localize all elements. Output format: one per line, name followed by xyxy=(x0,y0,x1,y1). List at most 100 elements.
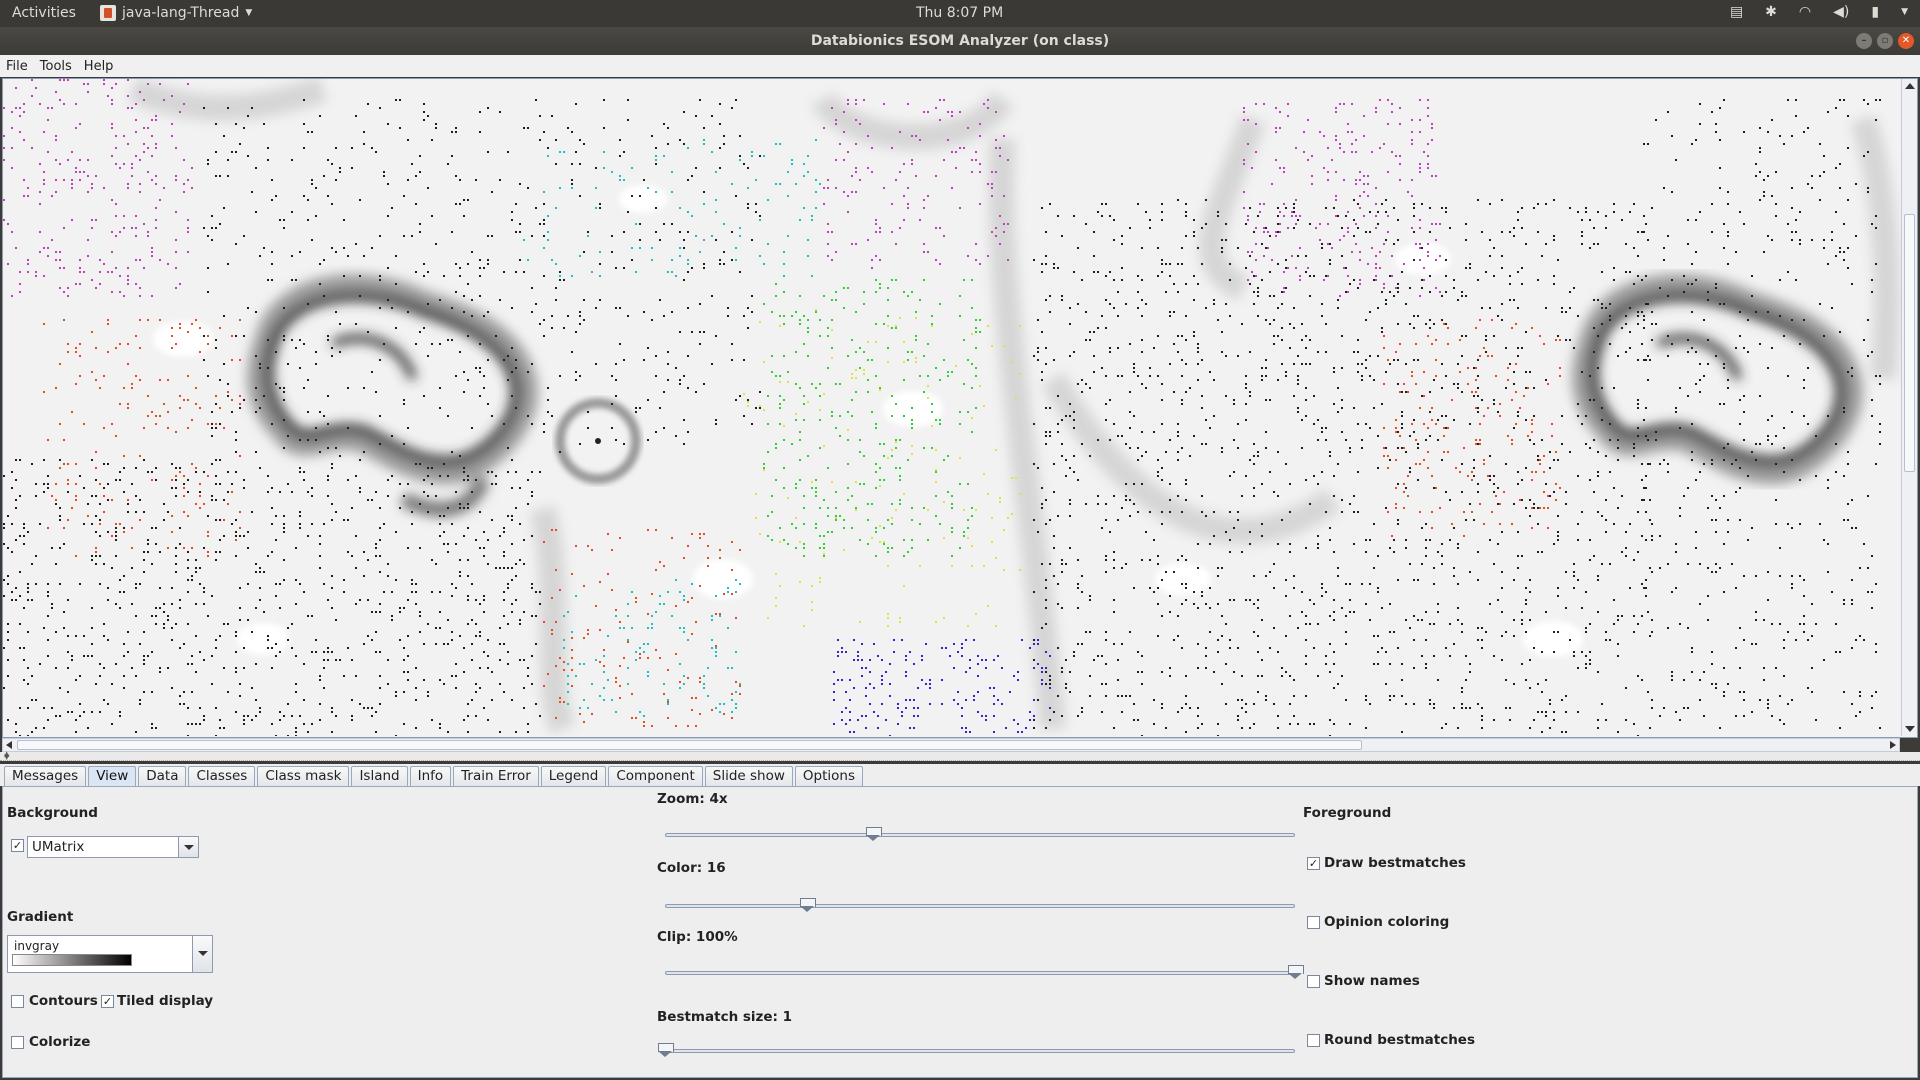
bestmatch-dot xyxy=(899,475,901,477)
bestmatch-dot xyxy=(435,627,437,629)
bestmatch-dot xyxy=(1477,551,1479,553)
bestmatch-dot xyxy=(1217,215,1219,217)
bestmatch-dot xyxy=(171,95,173,97)
bestmatch-dot xyxy=(131,163,133,165)
bestmatch-dot xyxy=(1487,355,1489,357)
bestmatch-dot xyxy=(175,239,177,241)
network-settings-icon[interactable]: ✱ xyxy=(1765,4,1777,20)
bestmatch-dot xyxy=(663,603,665,605)
clock[interactable]: Thu 8:07 PM xyxy=(916,5,1003,21)
bestmatch-dot xyxy=(155,479,157,481)
bestmatch-dot xyxy=(1545,611,1547,613)
esom-map-view[interactable] xyxy=(2,78,1918,738)
bestmatch-dot xyxy=(279,651,281,653)
bestmatch-dot xyxy=(931,425,933,427)
bestmatch-dot xyxy=(283,515,285,517)
bestmatch-dot xyxy=(1505,707,1507,709)
system-menu-chevron-icon[interactable]: ▼ xyxy=(1901,7,1908,17)
bestmatch-dot xyxy=(1419,163,1421,165)
bestmatch-dot xyxy=(961,727,963,729)
bestmatch-dot xyxy=(599,695,601,697)
bestmatch-dot xyxy=(47,439,49,441)
bestmatch-dot xyxy=(851,399,853,401)
bestmatch-dot xyxy=(415,583,417,585)
bestmatch-dot xyxy=(655,569,657,571)
wifi-icon[interactable]: ◠ xyxy=(1799,4,1811,20)
bestmatch-dot xyxy=(23,195,25,197)
maximize-icon[interactable]: ▫ xyxy=(1877,33,1893,49)
bestmatch-dot xyxy=(171,479,173,481)
bestmatch-dot xyxy=(1357,351,1359,353)
bestmatch-dot xyxy=(783,439,785,441)
bestmatch-dot xyxy=(1181,263,1183,265)
bestmatch-dot xyxy=(1637,311,1639,313)
minimize-icon[interactable]: – xyxy=(1856,33,1872,49)
bestmatch-dot xyxy=(1241,727,1243,729)
bestmatch-dot xyxy=(1585,415,1587,417)
bestmatch-dot xyxy=(1295,199,1297,201)
bestmatch-dot xyxy=(559,187,561,189)
bestmatch-dot xyxy=(819,383,821,385)
bestmatch-dot xyxy=(1637,675,1639,677)
bestmatch-dot xyxy=(1405,703,1407,705)
close-icon[interactable]: ✕ xyxy=(1898,33,1914,49)
bestmatch-dot xyxy=(147,83,149,85)
bestmatch-dot xyxy=(1277,451,1279,453)
bestmatch-dot xyxy=(563,615,565,617)
keyboard-icon[interactable]: ▤ xyxy=(1730,4,1743,20)
bestmatch-dot xyxy=(683,279,685,281)
menu-help[interactable]: Help xyxy=(84,59,114,74)
bestmatch-dot xyxy=(991,171,993,173)
bestmatch-dot xyxy=(1529,659,1531,661)
bestmatch-dot xyxy=(935,227,937,229)
menu-tools[interactable]: Tools xyxy=(40,59,72,74)
bestmatch-dot xyxy=(459,179,461,181)
app-menu[interactable]: java-lang-Thread ▼ xyxy=(100,5,252,21)
battery-icon[interactable]: ▮ xyxy=(1871,4,1879,20)
bestmatch-dot xyxy=(7,659,9,661)
bestmatch-dot xyxy=(1299,215,1301,217)
bestmatch-dot xyxy=(1289,703,1291,705)
window-title-bar[interactable]: Databionics ESOM Analyzer (on class) – ▫… xyxy=(0,27,1920,55)
umatrix-map[interactable] xyxy=(3,79,1901,736)
bestmatch-dot xyxy=(1033,591,1035,593)
bestmatch-dot xyxy=(775,375,777,377)
bestmatch-dot xyxy=(511,567,513,569)
bestmatch-dot xyxy=(971,171,973,173)
bestmatch-dot xyxy=(503,599,505,601)
bestmatch-dot xyxy=(1457,727,1459,729)
bestmatch-dot xyxy=(1411,375,1413,377)
bestmatch-dot xyxy=(151,727,153,729)
bestmatch-dot xyxy=(443,543,445,545)
bestmatch-dot xyxy=(471,699,473,701)
bestmatch-dot xyxy=(691,175,693,177)
bestmatch-dot xyxy=(1137,719,1139,721)
bestmatch-dot xyxy=(1177,423,1179,425)
bestmatch-dot xyxy=(1305,335,1307,337)
bestmatch-dot xyxy=(367,599,369,601)
bestmatch-dot xyxy=(155,207,157,209)
activities-button[interactable]: Activities xyxy=(12,5,76,21)
bestmatch-dot xyxy=(79,375,81,377)
bestmatch-dot xyxy=(435,563,437,565)
bestmatch-dot xyxy=(1205,199,1207,201)
bestmatch-dot xyxy=(1597,211,1599,213)
menu-file[interactable]: File xyxy=(6,59,28,74)
bestmatch-dot xyxy=(919,139,921,141)
volume-icon[interactable]: ◀) xyxy=(1833,4,1849,20)
bestmatch-dot xyxy=(1289,511,1291,513)
bestmatch-dot xyxy=(965,671,967,673)
bestmatch-dot xyxy=(1461,355,1463,357)
bestmatch-dot xyxy=(243,535,245,537)
bestmatch-dot xyxy=(1257,675,1259,677)
bestmatch-dot xyxy=(691,597,693,599)
bestmatch-dot xyxy=(1285,259,1287,261)
bestmatch-dot xyxy=(1045,231,1047,233)
bestmatch-dot xyxy=(1421,279,1423,281)
bestmatch-dot xyxy=(883,443,885,445)
bestmatch-dot xyxy=(71,655,73,657)
bestmatch-dot xyxy=(907,103,909,105)
bestmatch-dot xyxy=(107,463,109,465)
bestmatch-dot xyxy=(847,195,849,197)
bestmatch-dot xyxy=(1089,595,1091,597)
